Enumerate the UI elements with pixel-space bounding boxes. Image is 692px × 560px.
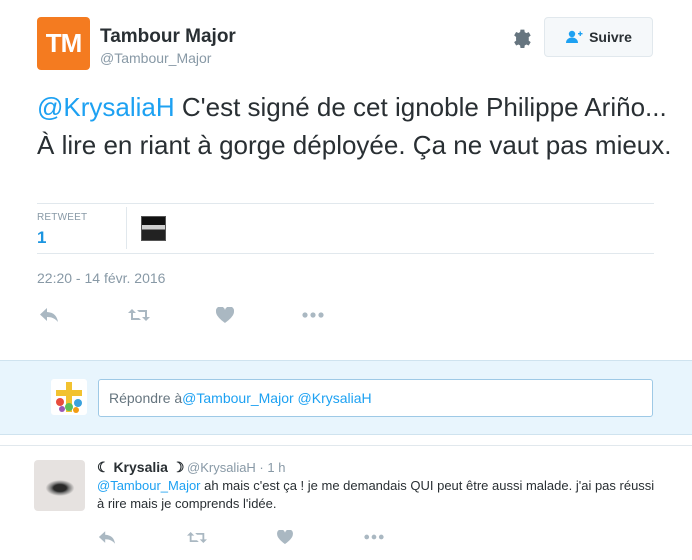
- reply-text: @Tambour_Major ah mais c'est ça ! je me …: [97, 477, 657, 513]
- retweet-icon[interactable]: [127, 304, 151, 326]
- follow-label: Suivre: [589, 29, 632, 45]
- more-icon[interactable]: [364, 528, 384, 546]
- author-avatar[interactable]: TM: [37, 17, 90, 70]
- reply-author-handle[interactable]: @KrysaliaH · 1 h: [187, 460, 285, 475]
- reply-icon[interactable]: [97, 528, 117, 546]
- author-handle[interactable]: @Tambour_Major: [100, 50, 211, 66]
- tweet-text: @KrysaliaH C'est signé de cet ignoble Ph…: [37, 88, 677, 164]
- more-icon[interactable]: [301, 304, 325, 326]
- add-user-icon: [566, 30, 583, 43]
- divider: [37, 253, 654, 254]
- divider: [37, 203, 654, 204]
- follow-button[interactable]: Suivre: [544, 17, 653, 57]
- like-icon[interactable]: [213, 304, 237, 326]
- reply-icon[interactable]: [37, 304, 61, 326]
- divider: [126, 207, 127, 249]
- reply-composer: Répondre à @Tambour_Major @KrysaliaH: [0, 360, 692, 435]
- reply-tweet[interactable]: ☾ Krysalia ☽ @KrysaliaH · 1 h @Tambour_M…: [0, 436, 692, 560]
- retweeter-avatar[interactable]: [141, 216, 166, 241]
- reply-author-avatar[interactable]: [34, 460, 85, 511]
- retweet-icon[interactable]: [187, 528, 207, 546]
- author-name[interactable]: Tambour Major: [100, 26, 236, 48]
- reply-input[interactable]: Répondre à @Tambour_Major @KrysaliaH: [98, 379, 653, 417]
- tweet-timestamp[interactable]: 22:20 - 14 févr. 2016: [37, 270, 165, 286]
- cross-logo-icon: [56, 382, 82, 413]
- current-user-avatar: [51, 379, 87, 415]
- reply-text-mention[interactable]: @Tambour_Major: [97, 478, 201, 493]
- tweet: TM Tambour Major @Tambour_Major Suivre @…: [0, 0, 692, 360]
- retweet-label[interactable]: RETWEET: [37, 212, 87, 223]
- reply-mention: @Tambour_Major: [182, 390, 294, 406]
- avatar-logo-text: TM: [45, 28, 83, 58]
- tweet-mention[interactable]: @KrysaliaH: [37, 92, 175, 122]
- reply-author-name[interactable]: ☾ Krysalia ☽: [97, 459, 184, 476]
- retweet-count[interactable]: 1: [37, 228, 46, 248]
- gear-icon[interactable]: [509, 27, 531, 49]
- reply-mention: @KrysaliaH: [297, 390, 372, 406]
- reply-prefix: Répondre à: [109, 390, 183, 406]
- like-icon[interactable]: [275, 528, 295, 546]
